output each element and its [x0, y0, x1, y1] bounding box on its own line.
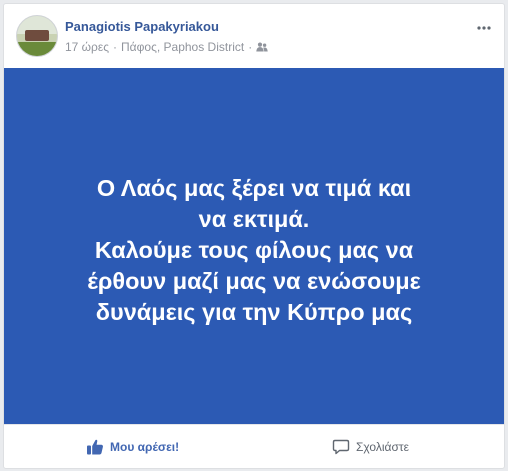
- like-label: Μου αρέσει!: [110, 440, 180, 454]
- more-options-icon[interactable]: [474, 18, 494, 38]
- post-meta: 17 ώρες · Πάφος, Paphos District ·: [65, 40, 268, 54]
- comment-button[interactable]: Σχολιάστε: [332, 425, 409, 469]
- post-text-line: Καλούμε τους φίλους μας να: [94, 236, 414, 263]
- post-card: Panagiotis Papakyriakou 17 ώρες · Πάφος,…: [3, 3, 505, 469]
- post-text: Ο Λαός μας ξέρει να τιμά και να εκτιμά. …: [19, 173, 489, 328]
- thumbs-up-icon: [87, 439, 103, 455]
- meta-separator-2: ·: [248, 40, 253, 54]
- post-text-line: να εκτιμά.: [198, 205, 310, 232]
- post-time[interactable]: 17 ώρες: [65, 40, 109, 54]
- post-text-line: έρθουν μαζί μας να ενώσουμε: [87, 267, 421, 294]
- like-button[interactable]: Μου αρέσει!: [86, 425, 179, 469]
- post-actions: Μου αρέσει! Σχολιάστε: [4, 424, 504, 469]
- post-location[interactable]: Πάφος, Paphos District: [121, 40, 244, 54]
- friends-icon[interactable]: [256, 42, 268, 52]
- post-text-line: Ο Λαός μας ξέρει να τιμά και: [96, 174, 412, 201]
- author-name[interactable]: Panagiotis Papakyriakou: [65, 19, 219, 34]
- post-content: Ο Λαός μας ξέρει να τιμά και να εκτιμά. …: [4, 68, 504, 424]
- avatar[interactable]: [16, 15, 58, 57]
- comment-label: Σχολιάστε: [356, 440, 409, 454]
- post-text-line: δυνάμεις για την Κύπρο μας: [95, 298, 413, 325]
- avatar-grass: [17, 42, 57, 56]
- meta-separator: ·: [113, 40, 118, 54]
- post-header: Panagiotis Papakyriakou 17 ώρες · Πάφος,…: [4, 4, 504, 68]
- comment-icon: [332, 439, 350, 455]
- avatar-building: [25, 30, 49, 41]
